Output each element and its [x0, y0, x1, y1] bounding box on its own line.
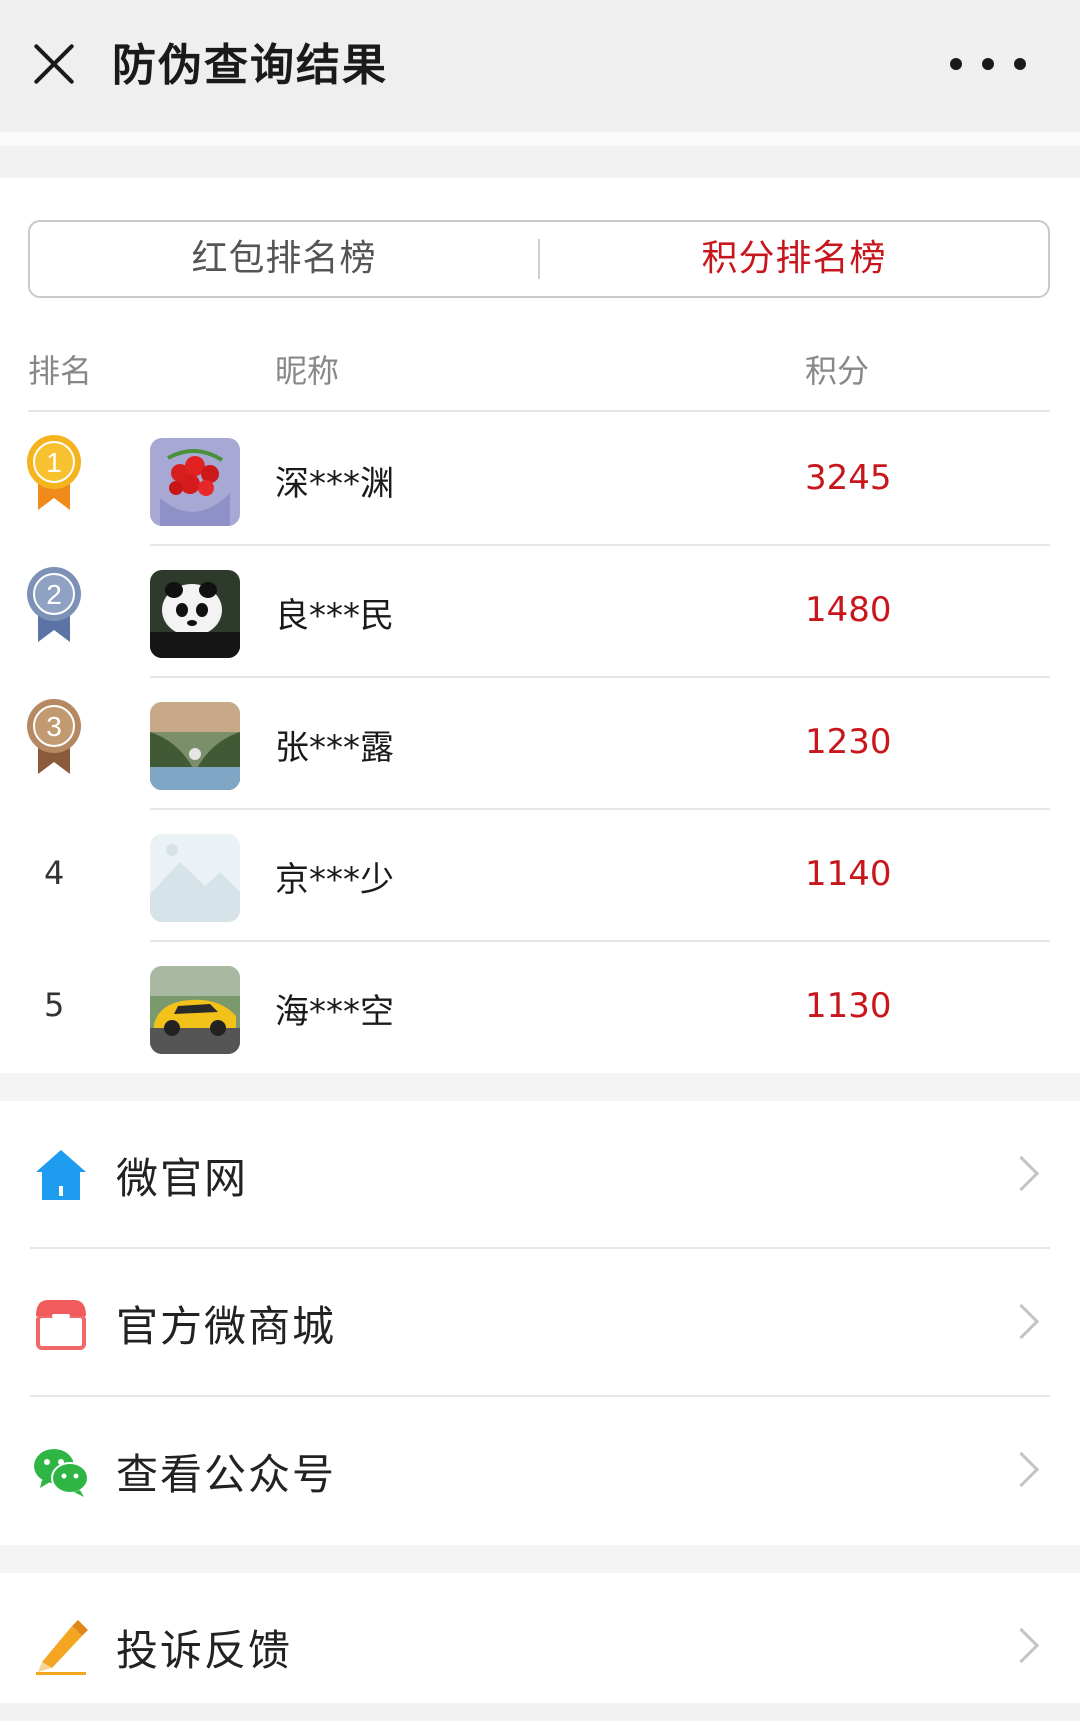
- menu-list-feedback: 投诉反馈: [0, 1573, 1080, 1703]
- nickname: 张***露: [275, 728, 394, 768]
- home-icon: [36, 1150, 86, 1200]
- avatar: [150, 570, 240, 658]
- score: 1130: [805, 986, 892, 1026]
- top-bar: 防伪查询结果: [0, 0, 1080, 132]
- gold-medal-icon: 1: [27, 435, 81, 510]
- close-icon[interactable]: [30, 40, 78, 88]
- column-header-rank: 排名: [28, 352, 93, 390]
- chevron-right-icon: [1003, 1627, 1040, 1664]
- tab-red-packet-ranking[interactable]: 红包排名榜: [30, 222, 538, 296]
- avatar: [150, 438, 240, 526]
- score: 1480: [805, 590, 892, 630]
- bronze-medal-icon: 3: [27, 699, 81, 774]
- menu-item-label: 投诉反馈: [116, 1626, 293, 1675]
- rank-number: 5: [44, 986, 65, 1024]
- chevron-right-icon: [1003, 1155, 1040, 1192]
- ranking-tabs: 红包排名榜 积分排名榜: [28, 220, 1050, 298]
- chevron-right-icon: [1003, 1451, 1040, 1488]
- nickname: 京***少: [275, 860, 394, 900]
- column-header-nickname: 昵称: [275, 352, 340, 390]
- rank-number: 4: [44, 854, 65, 892]
- pencil-icon: [36, 1620, 88, 1675]
- score: 1140: [805, 854, 892, 894]
- medal-rank-label: 2: [46, 579, 62, 610]
- menu-item-complaint-feedback[interactable]: 投诉反馈: [0, 1573, 1080, 1721]
- menu-item-micro-site[interactable]: 微官网: [0, 1101, 1080, 1249]
- divider: [0, 132, 1080, 146]
- medal-rank-label: 1: [46, 447, 62, 478]
- more-icon[interactable]: [950, 58, 1026, 72]
- table-row: 2 良***民 1480: [0, 546, 1080, 678]
- table-row: 5 海***空 1130: [0, 942, 1080, 1074]
- menu-item-label: 官方微商城: [116, 1302, 337, 1351]
- page-title: 防伪查询结果: [112, 40, 388, 91]
- silver-medal-icon: 2: [27, 567, 81, 642]
- nickname: 良***民: [275, 596, 394, 636]
- table-row: 3 张***露 1230: [0, 678, 1080, 810]
- menu-list: 微官网 官方微商城 查看公众号: [0, 1101, 1080, 1545]
- menu-item-official-mall[interactable]: 官方微商城: [0, 1249, 1080, 1397]
- menu-item-label: 微官网: [116, 1154, 249, 1203]
- score: 3245: [805, 458, 892, 498]
- avatar: [150, 834, 240, 922]
- column-header-score: 积分: [805, 352, 870, 390]
- avatar: [150, 966, 240, 1054]
- score: 1230: [805, 722, 892, 762]
- avatar: [150, 702, 240, 790]
- nickname: 海***空: [275, 992, 394, 1032]
- chevron-right-icon: [1003, 1303, 1040, 1340]
- shop-icon: [36, 1300, 86, 1350]
- section-gap: [0, 1545, 1080, 1573]
- menu-item-label: 查看公众号: [116, 1450, 337, 1499]
- table-row: 1 深***渊 3245: [0, 414, 1080, 546]
- table-row: 4 京***少 1140: [0, 810, 1080, 942]
- section-gap: [0, 1073, 1080, 1101]
- medal-rank-label: 3: [46, 711, 62, 742]
- menu-item-view-official-account[interactable]: 查看公众号: [0, 1397, 1080, 1545]
- table-header: 排名 昵称 积分: [28, 326, 1050, 412]
- wechat-icon: [34, 1449, 89, 1497]
- tab-points-ranking[interactable]: 积分排名榜: [540, 222, 1048, 296]
- ranking-card: 红包排名榜 积分排名榜 排名 昵称 积分 1 深***渊 3245 2 良***…: [0, 178, 1080, 1073]
- nickname: 深***渊: [275, 464, 394, 504]
